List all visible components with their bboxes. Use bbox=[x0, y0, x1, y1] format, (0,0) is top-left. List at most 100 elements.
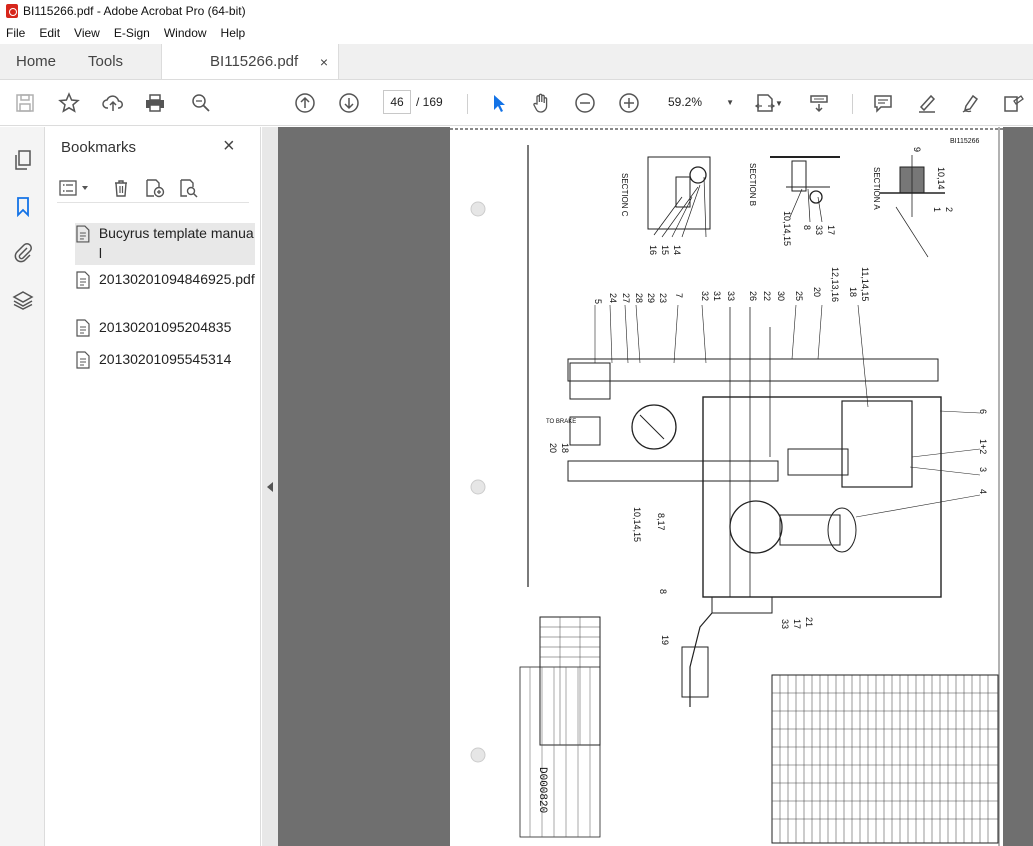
more-tools-button[interactable] bbox=[1000, 90, 1026, 116]
part-number: 14 bbox=[672, 245, 682, 255]
cursor-arrow-icon bbox=[494, 95, 505, 112]
search-icon bbox=[192, 94, 210, 112]
page-thumbnails-button[interactable] bbox=[10, 147, 36, 173]
save-button[interactable] bbox=[12, 90, 38, 116]
bookmark-item[interactable]: 20130201095204835 bbox=[75, 317, 255, 337]
part-number: 29 bbox=[646, 293, 656, 303]
part-number: 26 bbox=[748, 291, 758, 301]
bookmarks-panel-button[interactable] bbox=[10, 193, 36, 219]
menu-window[interactable]: Window bbox=[164, 26, 207, 40]
part-number: 2 bbox=[944, 207, 954, 212]
comment-button[interactable] bbox=[870, 90, 896, 116]
bookmark-item[interactable]: 20130201095545314 bbox=[75, 349, 255, 369]
list-options-icon bbox=[59, 180, 88, 196]
zoom-out-button[interactable] bbox=[572, 90, 598, 116]
comment-icon bbox=[874, 95, 892, 113]
layers-button[interactable] bbox=[10, 287, 36, 313]
bookmark-options-button[interactable] bbox=[57, 177, 93, 199]
part-number: 20 bbox=[548, 443, 558, 453]
bookmark-label: Bucyrus template manual bbox=[98, 225, 254, 261]
star-icon bbox=[58, 92, 80, 113]
part-number: 10,14,15 bbox=[782, 211, 792, 246]
pages-icon bbox=[15, 150, 31, 170]
part-number: 15 bbox=[660, 245, 670, 255]
zoom-in-button[interactable] bbox=[616, 90, 642, 116]
part-number: 25 bbox=[794, 291, 804, 301]
part-number: 8,17 bbox=[656, 513, 666, 531]
menu-file[interactable]: File bbox=[6, 26, 25, 40]
bookmark-search-icon bbox=[180, 179, 198, 198]
to-brake-label: TO BRAKE bbox=[546, 419, 576, 425]
tools-icon bbox=[1004, 95, 1024, 112]
pdf-page: BI115266 SECTION C SECTION B SECTION A 5… bbox=[450, 127, 1003, 846]
main-toolbar: 46 / 169 59.2% ▼ ▼ bbox=[0, 80, 1033, 126]
part-number: 8 bbox=[802, 225, 812, 230]
toolbar-divider bbox=[852, 94, 853, 114]
bookmark-icon bbox=[17, 197, 29, 217]
bookmarks-panel: Bookmarks × Bucyrus template manual 2013… bbox=[45, 127, 261, 846]
print-button[interactable] bbox=[142, 90, 168, 116]
panel-collapse-handle[interactable] bbox=[262, 127, 278, 846]
next-page-button[interactable] bbox=[336, 90, 362, 116]
part-number: 20 bbox=[812, 287, 822, 297]
part-number: 31 bbox=[712, 291, 722, 301]
part-number: 10,14 bbox=[936, 167, 946, 190]
fill-sign-button[interactable] bbox=[958, 90, 984, 116]
paperclip-icon bbox=[14, 243, 32, 263]
part-number: 10,14,15 bbox=[632, 507, 642, 542]
find-bookmark-button[interactable] bbox=[177, 177, 201, 199]
find-zoom-button[interactable] bbox=[188, 90, 214, 116]
bookmark-page-icon bbox=[76, 319, 90, 337]
tab-document[interactable]: BI115266.pdf × bbox=[161, 44, 340, 79]
part-number: 28 bbox=[634, 293, 644, 303]
menu-edit[interactable]: Edit bbox=[39, 26, 60, 40]
delete-bookmark-button[interactable] bbox=[109, 177, 133, 199]
document-viewer[interactable]: BI115266 SECTION C SECTION B SECTION A 5… bbox=[278, 127, 1033, 846]
part-number: 1 bbox=[932, 207, 942, 212]
part-number: 5 bbox=[593, 299, 603, 304]
part-number: 30 bbox=[776, 291, 786, 301]
scroll-mode-button[interactable] bbox=[806, 90, 832, 116]
bookmark-item[interactable]: Bucyrus template manual bbox=[75, 223, 255, 265]
plus-circle-icon bbox=[619, 93, 639, 113]
part-number: 18 bbox=[848, 287, 858, 297]
drawing-doc-id: BI115266 bbox=[950, 138, 980, 145]
tab-close-icon[interactable]: × bbox=[320, 54, 328, 70]
tab-tools[interactable]: Tools bbox=[72, 44, 139, 79]
new-bookmark-button[interactable] bbox=[143, 177, 167, 199]
select-tool-button[interactable] bbox=[486, 90, 512, 116]
part-number: 12,13,16 bbox=[830, 267, 840, 302]
part-number: 22 bbox=[762, 291, 772, 301]
section-b-label: SECTION B bbox=[748, 163, 757, 206]
page-number-input[interactable]: 46 bbox=[383, 90, 411, 114]
bookmark-star-button[interactable] bbox=[56, 90, 82, 116]
attachments-button[interactable] bbox=[10, 239, 36, 265]
bookmark-item[interactable]: 20130201094846925.pdf bbox=[75, 269, 255, 289]
tab-bar: Home Tools BI115266.pdf × bbox=[0, 44, 1033, 80]
menu-help[interactable]: Help bbox=[221, 26, 246, 40]
arrow-up-circle-icon bbox=[295, 93, 315, 113]
bookmark-label: 20130201095204835 bbox=[99, 319, 232, 335]
share-upload-button[interactable] bbox=[100, 90, 126, 116]
panel-close-icon[interactable]: × bbox=[223, 135, 235, 158]
page-fit-dropdown[interactable]: ▼ bbox=[772, 90, 786, 116]
layers-icon bbox=[12, 291, 34, 310]
previous-page-button[interactable] bbox=[292, 90, 318, 116]
hand-tool-button[interactable] bbox=[528, 90, 554, 116]
zoom-dropdown[interactable]: 59.2% ▼ bbox=[660, 90, 738, 114]
highlight-button[interactable] bbox=[914, 90, 940, 116]
menu-view[interactable]: View bbox=[74, 26, 100, 40]
tab-home[interactable]: Home bbox=[0, 44, 72, 79]
menu-esign[interactable]: E-Sign bbox=[114, 26, 150, 40]
bookmark-label: 20130201095545314 bbox=[99, 351, 232, 367]
part-number: 3 bbox=[978, 467, 988, 472]
page-total: / 169 bbox=[416, 95, 443, 109]
chevron-down-icon: ▼ bbox=[775, 98, 783, 108]
part-number: 1+2 bbox=[978, 439, 988, 454]
scroll-mode-icon bbox=[810, 95, 828, 113]
part-number: 32 bbox=[700, 291, 710, 301]
chevron-down-icon: ▼ bbox=[726, 97, 734, 107]
trash-icon bbox=[115, 180, 127, 197]
bookmark-page-icon bbox=[76, 271, 90, 289]
printer-icon bbox=[146, 94, 164, 112]
